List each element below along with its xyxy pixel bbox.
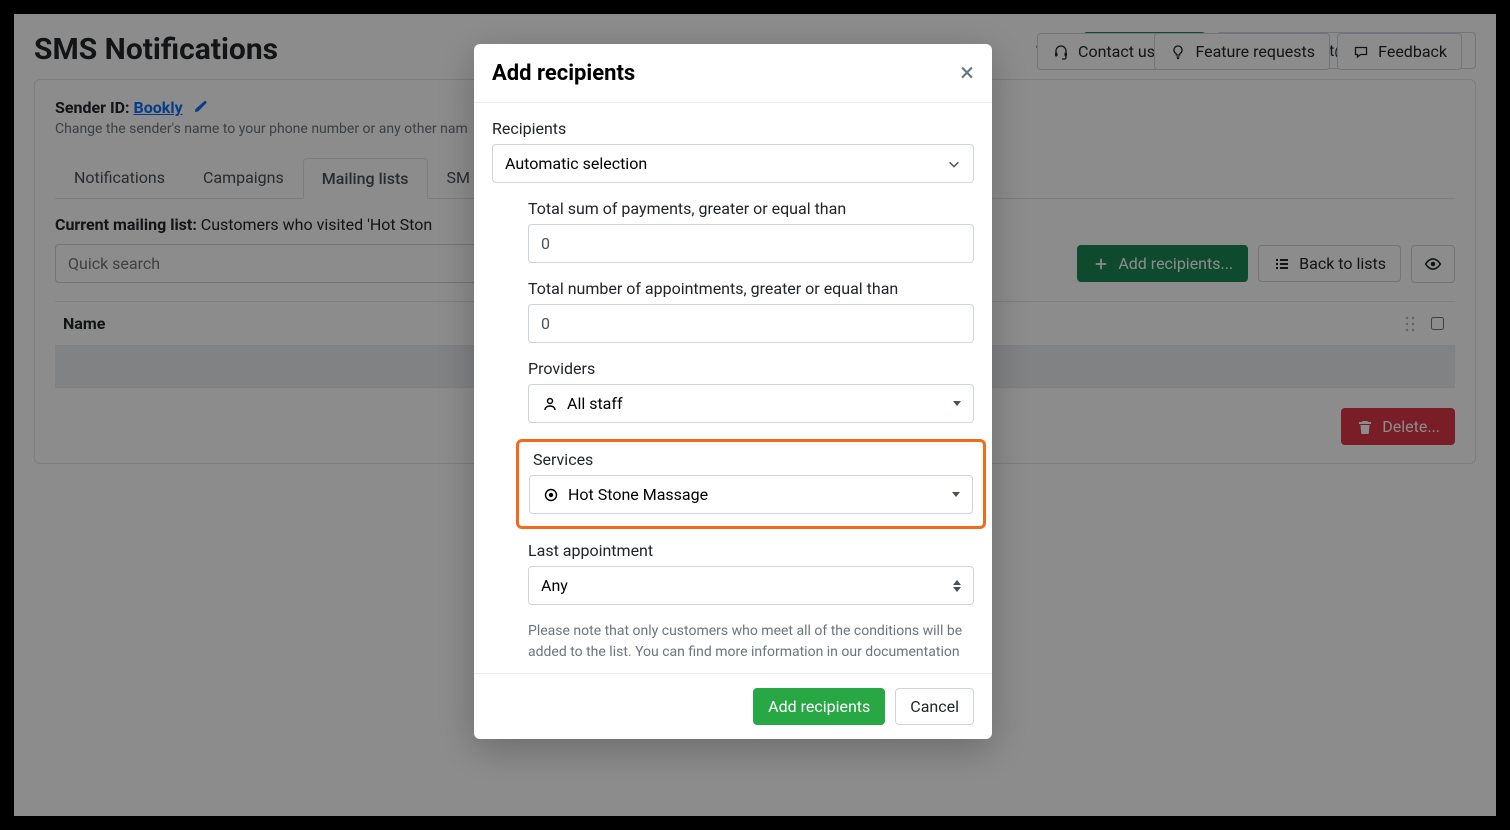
close-icon[interactable]: × xyxy=(960,60,974,86)
select-all-checkbox[interactable] xyxy=(1431,317,1444,330)
chat-icon xyxy=(1352,43,1370,61)
providers-value: All staff xyxy=(567,394,623,413)
recipients-label: Recipients xyxy=(492,119,974,138)
last-appointment-label: Last appointment xyxy=(528,541,974,560)
services-select[interactable]: Hot Stone Massage xyxy=(529,475,973,514)
modal-add-label: Add recipients xyxy=(768,697,870,716)
view-button[interactable] xyxy=(1411,245,1455,283)
feature-requests-button[interactable]: Feature requests xyxy=(1154,33,1330,70)
tab-mailing-lists[interactable]: Mailing lists xyxy=(303,158,428,199)
modal-title: Add recipients xyxy=(492,61,635,86)
current-list-name: Customers who visited 'Hot Ston xyxy=(201,215,432,234)
services-value: Hot Stone Massage xyxy=(568,485,708,504)
sort-caret-icon xyxy=(953,580,961,592)
list-icon xyxy=(1273,255,1291,273)
sender-id-label: Sender ID: xyxy=(55,98,134,117)
delete-label: Delete... xyxy=(1382,417,1440,436)
recipients-value: Automatic selection xyxy=(505,154,647,173)
tab-campaigns[interactable]: Campaigns xyxy=(184,157,303,198)
current-list-label: Current mailing list: xyxy=(55,215,201,234)
pencil-icon[interactable] xyxy=(191,98,209,116)
contact-us-label: Contact us xyxy=(1078,42,1155,61)
radio-dot-icon xyxy=(542,486,560,504)
modal-help-note: Please note that only customers who meet… xyxy=(528,621,974,663)
bulb-icon xyxy=(1169,43,1187,61)
headset-icon xyxy=(1052,43,1070,61)
page-title: SMS Notifications xyxy=(34,32,278,67)
add-recipients-label: Add recipients... xyxy=(1118,254,1233,273)
modal-add-button[interactable]: Add recipients xyxy=(753,688,885,725)
sender-name-link[interactable]: Bookly xyxy=(134,98,183,117)
caret-down-icon xyxy=(953,401,961,406)
providers-label: Providers xyxy=(528,359,974,378)
contact-us-button[interactable]: Contact us xyxy=(1037,33,1170,70)
feedback-button[interactable]: Feedback xyxy=(1337,33,1462,70)
back-to-lists-button[interactable]: Back to lists xyxy=(1258,245,1401,282)
eye-icon xyxy=(1424,255,1442,273)
modal-cancel-button[interactable]: Cancel xyxy=(895,688,974,725)
delete-button[interactable]: Delete... xyxy=(1341,408,1455,445)
modal-cancel-label: Cancel xyxy=(910,697,959,716)
providers-select[interactable]: All staff xyxy=(528,384,974,423)
total-payments-label: Total sum of payments, greater or equal … xyxy=(528,199,974,218)
feedback-label: Feedback xyxy=(1378,42,1447,61)
tab-notifications[interactable]: Notifications xyxy=(55,157,184,198)
services-label: Services xyxy=(533,450,973,469)
last-appointment-select[interactable]: Any xyxy=(528,566,974,605)
total-appointments-label: Total number of appointments, greater or… xyxy=(528,279,974,298)
caret-down-icon xyxy=(952,492,960,497)
back-to-lists-label: Back to lists xyxy=(1299,254,1386,273)
feature-requests-label: Feature requests xyxy=(1195,42,1315,61)
add-recipients-modal: Add recipients × Recipients Automatic se… xyxy=(474,44,992,739)
add-recipients-button[interactable]: Add recipients... xyxy=(1077,245,1248,282)
sort-icon[interactable] xyxy=(1405,315,1427,333)
total-payments-input[interactable] xyxy=(528,224,974,263)
trash-icon xyxy=(1356,418,1374,436)
plus-icon xyxy=(1092,255,1110,273)
last-appointment-value: Any xyxy=(541,576,568,595)
total-appointments-input[interactable] xyxy=(528,304,974,343)
chevron-down-icon xyxy=(947,157,961,171)
user-icon xyxy=(541,395,559,413)
recipients-select[interactable]: Automatic selection xyxy=(492,144,974,183)
